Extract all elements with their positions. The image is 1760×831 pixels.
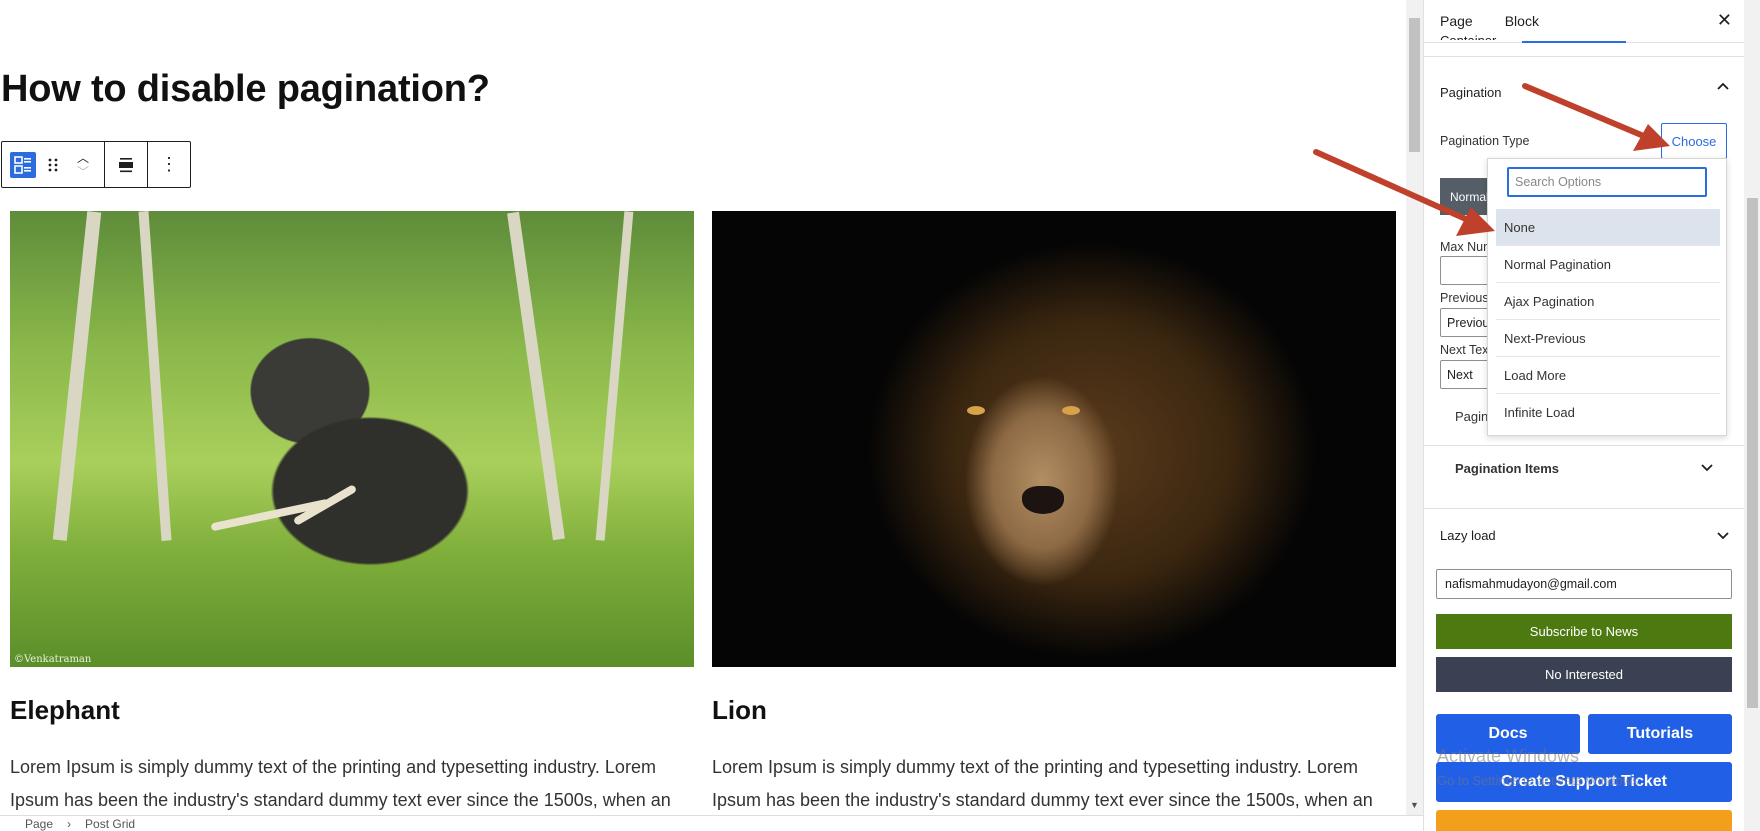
tree-trunk [138, 211, 172, 541]
settings-sidebar: Container Page Block ✕ Pagination Pagina… [1423, 0, 1760, 831]
create-support-ticket-button[interactable]: Create Support Ticket [1436, 762, 1732, 802]
breadcrumb-item[interactable]: Page [25, 817, 53, 831]
post-card: Lion Lorem Ipsum is simply dummy text of… [712, 211, 1396, 815]
post-grid-icon [10, 151, 36, 178]
options-list: None Normal Pagination Ajax Pagination N… [1496, 209, 1720, 431]
post-excerpt: Lorem Ipsum is simply dummy text of the … [10, 757, 671, 810]
breadcrumb: Page › Post Grid [0, 815, 1423, 831]
tab-block[interactable]: Block [1505, 13, 1539, 29]
page-title[interactable]: How to disable pagination? [1, 68, 490, 111]
tree-trunk [595, 211, 634, 541]
editor-canvas: How to disable pagination? ︿ ﹀ ⋮ ©Venkat… [0, 0, 1406, 815]
sidebar-tabs: Page Block ✕ [1424, 0, 1744, 43]
tree-trunk [507, 211, 565, 541]
active-tab-indicator [1522, 41, 1626, 43]
sidebar-scrollbar[interactable] [1744, 0, 1760, 831]
option-next-previous[interactable]: Next-Previous [1496, 320, 1720, 357]
tutorials-button[interactable]: Tutorials [1588, 714, 1732, 754]
scrollbar-thumb[interactable] [1747, 198, 1758, 708]
lazy-load-title[interactable]: Lazy load [1440, 528, 1496, 543]
choose-button[interactable]: Choose [1661, 123, 1727, 159]
post-excerpt: Lorem Ipsum is simply dummy text of the … [712, 757, 1373, 810]
divider [1424, 56, 1744, 57]
lion-image[interactable] [712, 211, 1396, 667]
option-load-more[interactable]: Load More [1496, 357, 1720, 394]
move-up-icon[interactable]: ︿ [77, 151, 89, 165]
email-field[interactable]: nafismahmudayon@gmail.com [1436, 569, 1732, 599]
tab-page[interactable]: Page [1440, 13, 1473, 29]
canvas-scrollbar[interactable]: ▼ [1406, 0, 1423, 815]
divider [1424, 445, 1744, 446]
image-credit: ©Venkatraman [14, 654, 92, 665]
drag-handle-icon[interactable] [38, 147, 68, 183]
scroll-down-icon[interactable]: ▼ [1410, 800, 1419, 810]
chevron-up-icon[interactable] [1716, 80, 1730, 94]
pagination-type-label: Pagination Type [1440, 134, 1530, 148]
option-none[interactable]: None [1496, 209, 1720, 246]
toolbar-more-group: ⋮ [148, 142, 190, 187]
scrollbar-thumb[interactable] [1409, 18, 1420, 152]
elephant-image[interactable]: ©Venkatraman [10, 211, 694, 667]
search-options-input[interactable]: Search Options [1507, 167, 1707, 197]
lion-nose [1022, 486, 1064, 514]
move-down-icon[interactable]: ﹀ [77, 165, 89, 179]
option-normal-pagination[interactable]: Normal Pagination [1496, 246, 1720, 283]
block-toolbar: ︿ ﹀ ⋮ [1, 141, 191, 188]
not-interested-button[interactable]: No Interested [1436, 657, 1732, 692]
pagination-type-dropdown: Search Options None Normal Pagination Aj… [1487, 158, 1727, 436]
toolbar-align-group [105, 142, 148, 187]
chevron-right-icon: › [67, 816, 72, 831]
post-title[interactable]: Elephant [10, 695, 694, 726]
breadcrumb-item[interactable]: Post Grid [85, 817, 135, 831]
pagination-items-title[interactable]: Pagination Items [1455, 461, 1559, 476]
post-card: ©Venkatraman Elephant Lorem Ipsum is sim… [10, 211, 694, 815]
option-infinite-load[interactable]: Infinite Load [1496, 394, 1720, 431]
chevron-down-icon[interactable] [1716, 529, 1730, 543]
post-title[interactable]: Lion [712, 695, 1396, 726]
orange-action-button[interactable] [1436, 810, 1732, 831]
pagination-panel-title[interactable]: Pagination [1440, 85, 1501, 100]
tree-trunk [52, 211, 102, 541]
block-movers: ︿ ﹀ [68, 145, 98, 185]
lion-eye [967, 406, 985, 415]
docs-button[interactable]: Docs [1436, 714, 1580, 754]
block-type-button[interactable] [8, 147, 38, 183]
align-center-icon[interactable] [111, 147, 141, 183]
close-icon[interactable]: ✕ [1717, 10, 1732, 31]
subscribe-button[interactable]: Subscribe to News [1436, 614, 1732, 649]
option-ajax-pagination[interactable]: Ajax Pagination [1496, 283, 1720, 320]
chevron-down-icon[interactable] [1700, 461, 1714, 475]
divider [1424, 508, 1744, 509]
toolbar-block-group: ︿ ﹀ [2, 142, 105, 187]
lion-eye [1062, 406, 1080, 415]
more-options-icon[interactable]: ⋮ [154, 147, 184, 183]
